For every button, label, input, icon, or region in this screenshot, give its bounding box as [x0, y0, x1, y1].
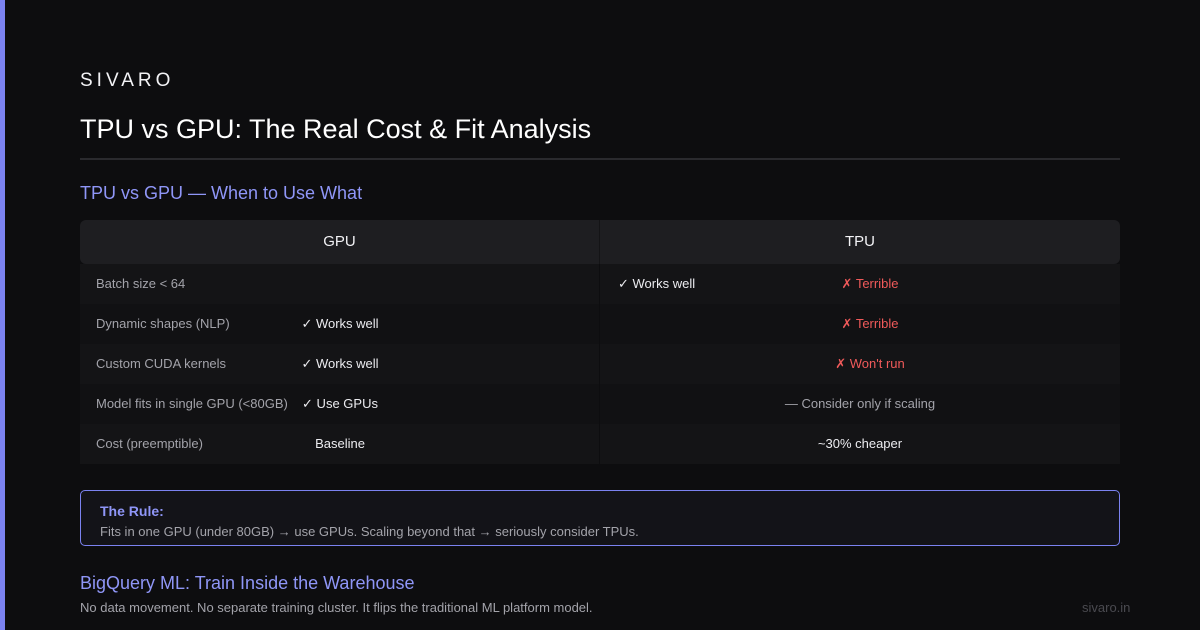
gpu-value: Baseline [315, 436, 365, 451]
rule-title: The Rule: [100, 503, 164, 519]
accent-bar [0, 0, 5, 630]
rule-text: Fits in one GPU (under 80GB) → use GPUs.… [100, 524, 639, 539]
row-label: Dynamic shapes (NLP) [96, 316, 230, 331]
section-heading-comparison: TPU vs GPU — When to Use What [80, 183, 363, 203]
tpu-value: ~30% cheaper [817, 436, 903, 451]
row-label: Batch size < 64 [96, 276, 186, 291]
tpu-value: ✗ Terrible [841, 276, 899, 291]
table-row: Cost (preemptible) Baseline ~30% cheaper [80, 424, 1120, 464]
row-label: Model fits in single GPU (<80GB) [96, 396, 288, 411]
brand-logo: SIVARO [80, 70, 175, 91]
header-tpu: TPU [600, 220, 1120, 264]
tpu-value: ✗ Terrible [841, 316, 899, 331]
gpu-value: ✓ Works well [301, 316, 379, 331]
row-right-cell: ~30% cheaper [600, 424, 1120, 464]
gpu-value: ✓ Works well [301, 356, 379, 371]
footer-domain: sivaro.in [1082, 600, 1131, 615]
row-left-cell: Dynamic shapes (NLP) ✓ Works well [80, 304, 600, 344]
table-row: Batch size < 64 ✓ Works well ✗ Terrible [80, 264, 1120, 304]
table-header: GPU TPU [80, 220, 1120, 264]
table-row: Dynamic shapes (NLP) ✓ Works well ✗ Terr… [80, 304, 1120, 344]
row-left-cell: Batch size < 64 [80, 264, 600, 304]
tpu-value: ✗ Won't run [835, 356, 905, 371]
row-left-cell: Model fits in single GPU (<80GB) ✓ Use G… [80, 384, 600, 424]
table-row: Custom CUDA kernels ✓ Works well ✗ Won't… [80, 344, 1120, 384]
tpu-value: — Consider only if scaling [784, 396, 936, 411]
bigquery-description: No data movement. No separate training c… [80, 600, 593, 615]
row-right-cell: ✓ Works well ✗ Terrible [600, 264, 1120, 304]
table-row: Model fits in single GPU (<80GB) ✓ Use G… [80, 384, 1120, 424]
row-left-cell: Cost (preemptible) Baseline [80, 424, 600, 464]
row-right-cell: ✗ Won't run [600, 344, 1120, 384]
comparison-table: GPU TPU Batch size < 64 ✓ Works well ✗ T… [80, 220, 1120, 464]
row-label: Custom CUDA kernels [96, 356, 227, 371]
title-divider [80, 158, 1120, 160]
gpu-value: ✓ Use GPUs [302, 396, 378, 411]
gpu-value-overflow: ✓ Works well [618, 276, 696, 291]
page-title: TPU vs GPU: The Real Cost & Fit Analysis [80, 114, 592, 144]
row-right-cell: — Consider only if scaling [600, 384, 1120, 424]
row-right-cell: ✗ Terrible [600, 304, 1120, 344]
row-label: Cost (preemptible) [96, 436, 203, 451]
section-heading-bigquery: BigQuery ML: Train Inside the Warehouse [80, 573, 415, 593]
gpu-value [290, 264, 390, 304]
rule-callout: The Rule: Fits in one GPU (under 80GB) →… [80, 490, 1120, 546]
row-left-cell: Custom CUDA kernels ✓ Works well [80, 344, 600, 384]
header-gpu: GPU [80, 220, 600, 264]
